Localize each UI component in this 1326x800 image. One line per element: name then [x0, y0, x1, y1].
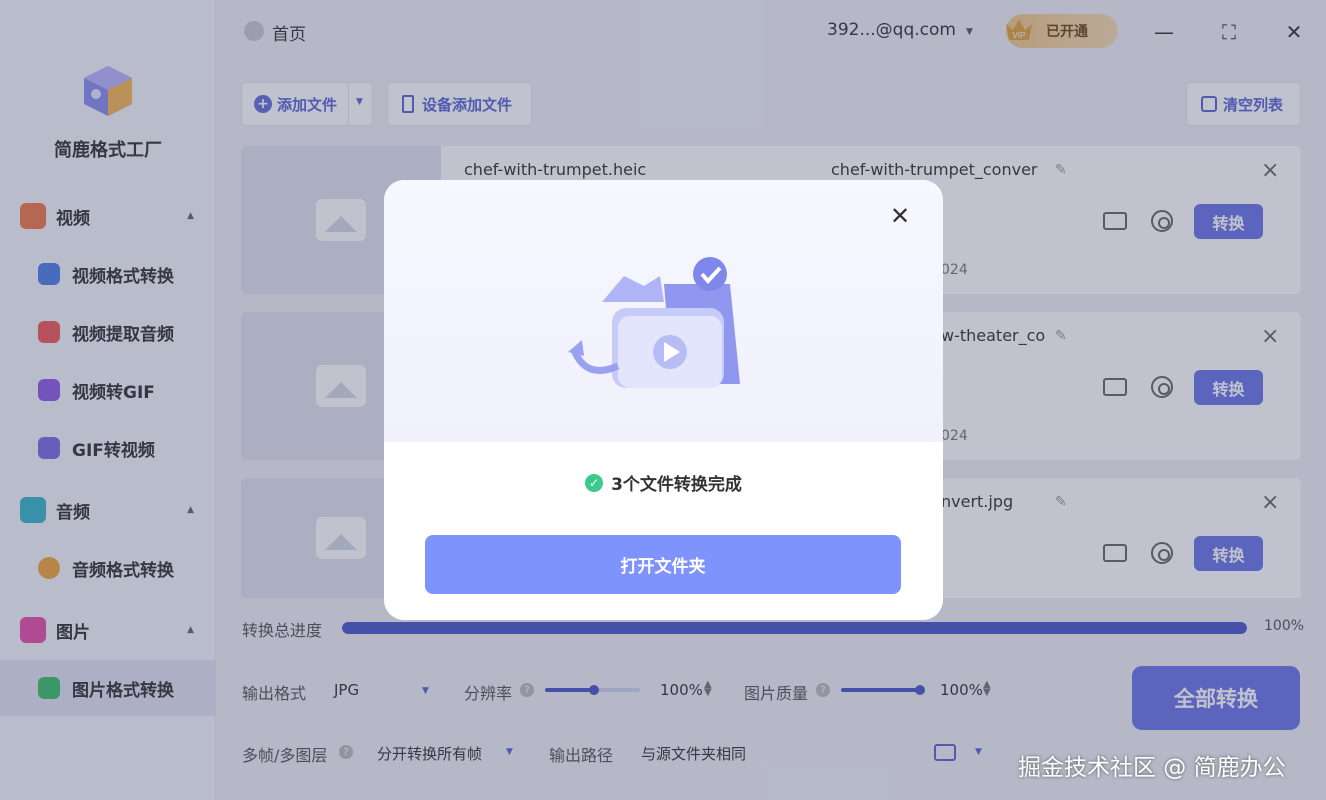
status-message: ✓ 3个文件转换完成 — [384, 470, 943, 495]
open-folder-button[interactable]: 打开文件夹 — [425, 535, 901, 594]
status-text: 3个文件转换完成 — [611, 475, 742, 495]
folder-video-illustration-icon — [568, 257, 740, 388]
check-circle-icon: ✓ — [585, 473, 604, 492]
conversion-complete-dialog: ✕ ✓ 3个文件转换完成 打开文件夹 — [384, 180, 943, 620]
close-icon[interactable]: ✕ — [890, 202, 910, 230]
watermark: 掘金技术社区 @ 简鹿办公 — [1018, 755, 1286, 781]
